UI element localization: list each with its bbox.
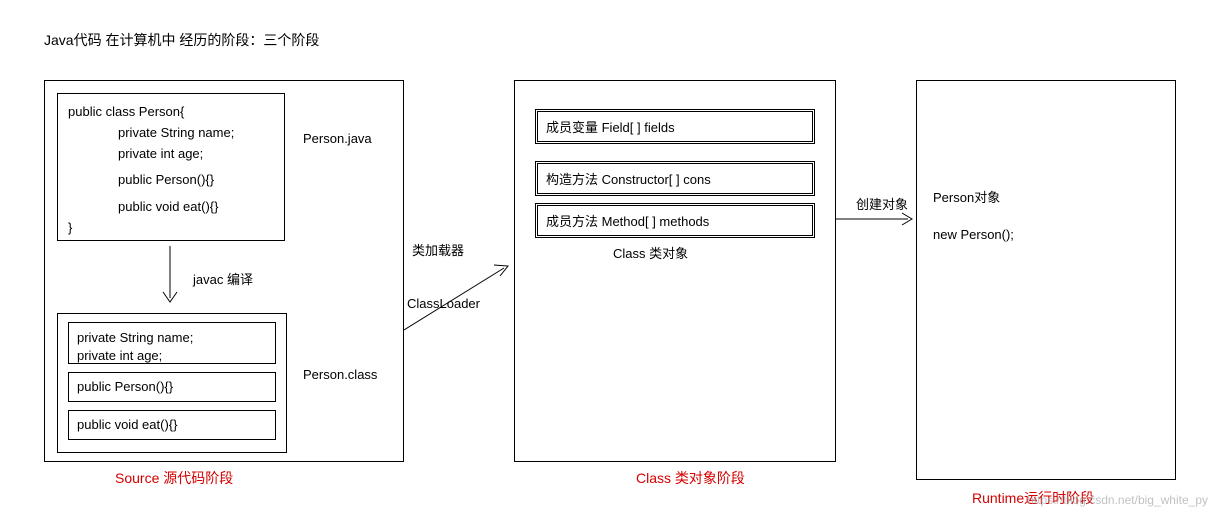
- methods-row: 成员方法 Method[ ] methods: [535, 203, 815, 238]
- javac-label: javac 编译: [193, 269, 253, 288]
- compiled-class-box: private String name; private int age; pu…: [57, 313, 287, 453]
- person-object-label: Person对象: [933, 187, 1000, 206]
- arrow-right-icon: [836, 210, 918, 228]
- diagram-title: Java代码 在计算机中 经历的阶段：三个阶段: [44, 30, 319, 50]
- constructors-row: 构造方法 Constructor[ ] cons: [535, 161, 815, 196]
- code-line: public class Person{: [68, 102, 274, 123]
- compiled-constructor: public Person(){}: [68, 372, 276, 402]
- stage2-caption: Class 类对象阶段: [636, 468, 745, 488]
- stage-runtime: Person对象 new Person();: [916, 80, 1176, 480]
- class-object-label: Class 类对象: [613, 243, 688, 262]
- class-file-label: Person.class: [303, 367, 377, 382]
- classloader-label-cn: 类加载器: [412, 240, 464, 259]
- new-person-statement: new Person();: [933, 227, 1014, 242]
- java-file-label: Person.java: [303, 131, 372, 146]
- stage-class-object: 成员变量 Field[ ] fields 构造方法 Constructor[ ]…: [514, 80, 836, 462]
- code-line: public void eat(){}: [68, 197, 274, 218]
- compiled-method: public void eat(){}: [68, 410, 276, 440]
- code-line: }: [68, 218, 274, 239]
- watermark: https://blog.csdn.net/big_white_py: [1027, 493, 1208, 507]
- code-line: private String name;: [68, 123, 274, 144]
- compiled-fields: private String name; private int age;: [68, 322, 276, 364]
- code-line: private int age;: [68, 144, 274, 165]
- code-line: public Person(){}: [68, 170, 274, 191]
- stage1-caption: Source 源代码阶段: [115, 468, 233, 488]
- stage-source: public class Person{ private String name…: [44, 80, 404, 462]
- fields-row: 成员变量 Field[ ] fields: [535, 109, 815, 144]
- classloader-label-en: ClassLoader: [407, 296, 480, 311]
- source-code-box: public class Person{ private String name…: [57, 93, 285, 241]
- arrow-down-icon: [155, 246, 185, 308]
